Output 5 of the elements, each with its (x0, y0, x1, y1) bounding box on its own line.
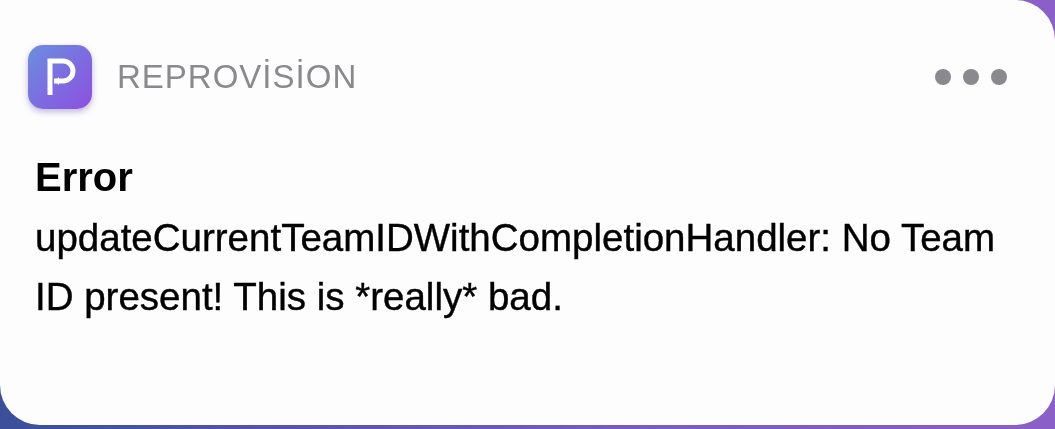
notification-message: updateCurrentTeamIDWithCompletionHandler: No Team ID present! This is *really* bad. (35, 215, 997, 320)
notification-title: Error (35, 154, 134, 201)
app-icon (28, 45, 92, 109)
more-icon[interactable] (935, 68, 1007, 86)
app-name: REPROVİSİON (117, 58, 359, 96)
